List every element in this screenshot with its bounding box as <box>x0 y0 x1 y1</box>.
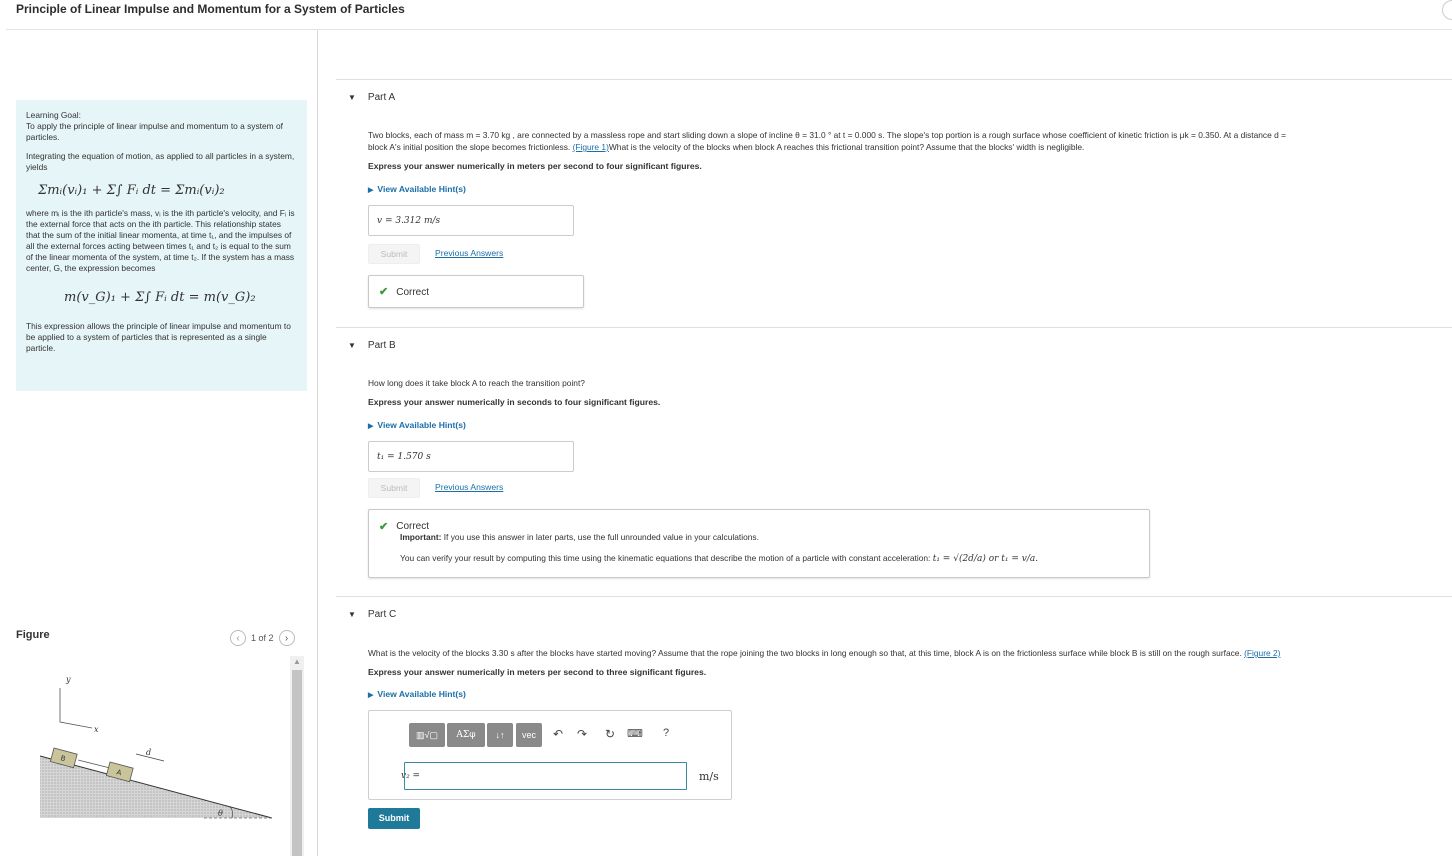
subscript-superscript-button[interactable]: ↓↑ <box>487 723 513 747</box>
part-c-header[interactable]: ▼ Part C <box>348 609 396 620</box>
caret-right-icon: ▶ <box>368 692 374 699</box>
mass-center-equation: m(v_G)₁ + Σ∫ Fᵢ dt = m(v_G)₂ <box>64 290 256 305</box>
important-label: Important: <box>400 532 442 542</box>
check-icon: ✔ <box>379 286 389 298</box>
scroll-thumb[interactable] <box>292 670 302 856</box>
undo-icon[interactable]: ↶ <box>553 727 563 741</box>
part-a-problem-line-1: Two blocks, each of mass m = 3.70 kg , a… <box>368 130 1286 140</box>
part-b-result: Correct <box>396 521 430 532</box>
angle-label: θ <box>218 809 223 818</box>
part-a-previous-answers-link[interactable]: Previous Answers <box>435 248 503 258</box>
templates-button[interactable]: ▥√▢ <box>409 723 445 747</box>
caret-right-icon: ▶ <box>368 187 374 194</box>
redo-icon[interactable]: ↷ <box>577 727 587 741</box>
chevron-left-icon[interactable]: ‹ <box>230 630 246 646</box>
part-c-instruction: Express your answer numerically in meter… <box>368 667 707 677</box>
part-b-divider <box>336 327 1452 328</box>
part-a-instruction: Express your answer numerically in meter… <box>368 161 702 171</box>
figure-diagram: y x B A d θ <box>39 675 273 819</box>
impulse-momentum-equation: Σmᵢ(vᵢ)₁ + Σ∫ Fᵢ dt = Σmᵢ(vᵢ)₂ <box>38 183 225 198</box>
part-a-problem-text: block A's initial position the slope bec… <box>368 142 573 152</box>
verify-equation: t₁ = √(2d/a) or t₁ = v/a. <box>932 554 1039 564</box>
part-b-submit-button[interactable]: Submit <box>368 478 420 498</box>
part-b-question: How long does it take block A to reach t… <box>368 378 585 388</box>
part-b-result-box: ✔ Correct Important: If you use this answ… <box>368 509 1150 578</box>
collapse-triangle-icon[interactable]: ▼ <box>348 610 356 619</box>
learning-goal-text-2: Integrating the equation of motion, as a… <box>26 151 295 172</box>
check-icon: ✔ <box>379 521 389 533</box>
part-a-hint-label: View Available Hint(s) <box>377 184 466 194</box>
learning-goal-intro: To apply the principle of linear impulse… <box>26 121 283 142</box>
part-c-divider <box>336 596 1452 597</box>
part-c-hint-toggle[interactable]: ▶ View Available Hint(s) <box>368 689 466 699</box>
reset-icon[interactable]: ↻ <box>605 727 615 741</box>
part-b-header[interactable]: ▼ Part B <box>348 340 396 351</box>
part-a-result-box: ✔ Correct <box>368 275 584 308</box>
part-b-answer: t₁ = 1.570 s <box>377 452 431 462</box>
important-text: If you use this answer in later parts, u… <box>443 532 759 542</box>
axis-lines <box>59 688 93 729</box>
learning-goal-text-4: This expression allows the principle of … <box>26 321 291 353</box>
part-c-submit-button[interactable]: Submit <box>368 808 420 829</box>
keyboard-icon[interactable]: ⌨ <box>627 727 643 740</box>
part-b-hint-label: View Available Hint(s) <box>377 420 466 430</box>
part-a-answer-display: v = 3.312 m/s <box>368 205 574 236</box>
part-a-divider <box>336 79 1452 80</box>
greek-symbols-button[interactable]: ΑΣφ <box>447 723 485 747</box>
part-c-question-line: What is the velocity of the blocks 3.30 … <box>368 648 1280 659</box>
part-a-header[interactable]: ▼ Part A <box>348 92 395 103</box>
part-c-title: Part C <box>367 609 397 620</box>
figure-label: Figure <box>16 629 50 641</box>
part-c-question: What is the velocity of the blocks 3.30 … <box>368 648 1242 658</box>
vector-button[interactable]: vec <box>516 723 542 747</box>
axis-y-label: y <box>65 675 71 684</box>
part-a-title: Part A <box>367 92 396 103</box>
caret-right-icon: ▶ <box>368 423 374 430</box>
axis-x-label: x <box>94 725 99 734</box>
part-b-title: Part B <box>367 340 396 351</box>
velocity-unit-label: m/s <box>699 770 719 783</box>
page-title: Principle of Linear Impulse and Momentum… <box>16 2 405 16</box>
velocity-answer-input[interactable] <box>404 762 687 790</box>
figure-pager: ‹ 1 of 2 › <box>230 630 295 646</box>
collapse-triangle-icon[interactable]: ▼ <box>348 341 356 350</box>
help-icon[interactable]: ? <box>663 727 669 739</box>
part-b-hint-toggle[interactable]: ▶ View Available Hint(s) <box>368 420 466 430</box>
answer-editor: ▥√▢ ΑΣφ ↓↑ vec ↶ ↷ ↻ ⌨ ? v₂ = m/s <box>368 710 732 800</box>
part-b-answer-display: t₁ = 1.570 s <box>368 441 574 472</box>
column-divider <box>317 30 318 856</box>
part-a-submit-button[interactable]: Submit <box>368 244 420 264</box>
part-a-question: What is the velocity of the blocks when … <box>608 142 1085 152</box>
part-b-instruction: Express your answer numerically in secon… <box>368 397 661 407</box>
figure-1-link[interactable]: (Figure 1) <box>573 142 609 152</box>
part-a-hint-toggle[interactable]: ▶ View Available Hint(s) <box>368 184 466 194</box>
learning-goal-text-3: where mᵢ is the ith particle's mass, vᵢ … <box>26 208 295 273</box>
collapse-triangle-icon[interactable]: ▼ <box>348 93 356 102</box>
part-b-important-note: Important: If you use this answer in lat… <box>400 532 759 542</box>
scroll-up-icon[interactable]: ▲ <box>290 656 304 668</box>
chevron-right-icon[interactable]: › <box>278 630 295 646</box>
figure-page-count: 1 of 2 <box>251 633 274 643</box>
title-divider <box>6 29 1452 30</box>
part-a-problem-line-2: block A's initial position the slope bec… <box>368 142 1084 153</box>
part-a-result: Correct <box>396 287 430 298</box>
part-b-verify-note: You can verify your result by computing … <box>400 553 1038 564</box>
verify-text: You can verify your result by computing … <box>400 553 931 563</box>
top-right-button[interactable] <box>1442 0 1452 20</box>
dimension-d-label: d <box>146 748 151 757</box>
part-a-answer: v = 3.312 m/s <box>377 216 441 226</box>
figure-2-link[interactable]: (Figure 2) <box>1244 648 1280 658</box>
learning-goal-heading: Learning Goal: <box>26 110 81 120</box>
figure-scrollbar[interactable]: ▲ <box>290 656 304 856</box>
rope <box>77 759 111 769</box>
learning-goal-panel: Learning Goal: To apply the principle of… <box>16 100 307 391</box>
part-c-hint-label: View Available Hint(s) <box>377 689 466 699</box>
part-b-previous-answers-link[interactable]: Previous Answers <box>435 482 503 492</box>
